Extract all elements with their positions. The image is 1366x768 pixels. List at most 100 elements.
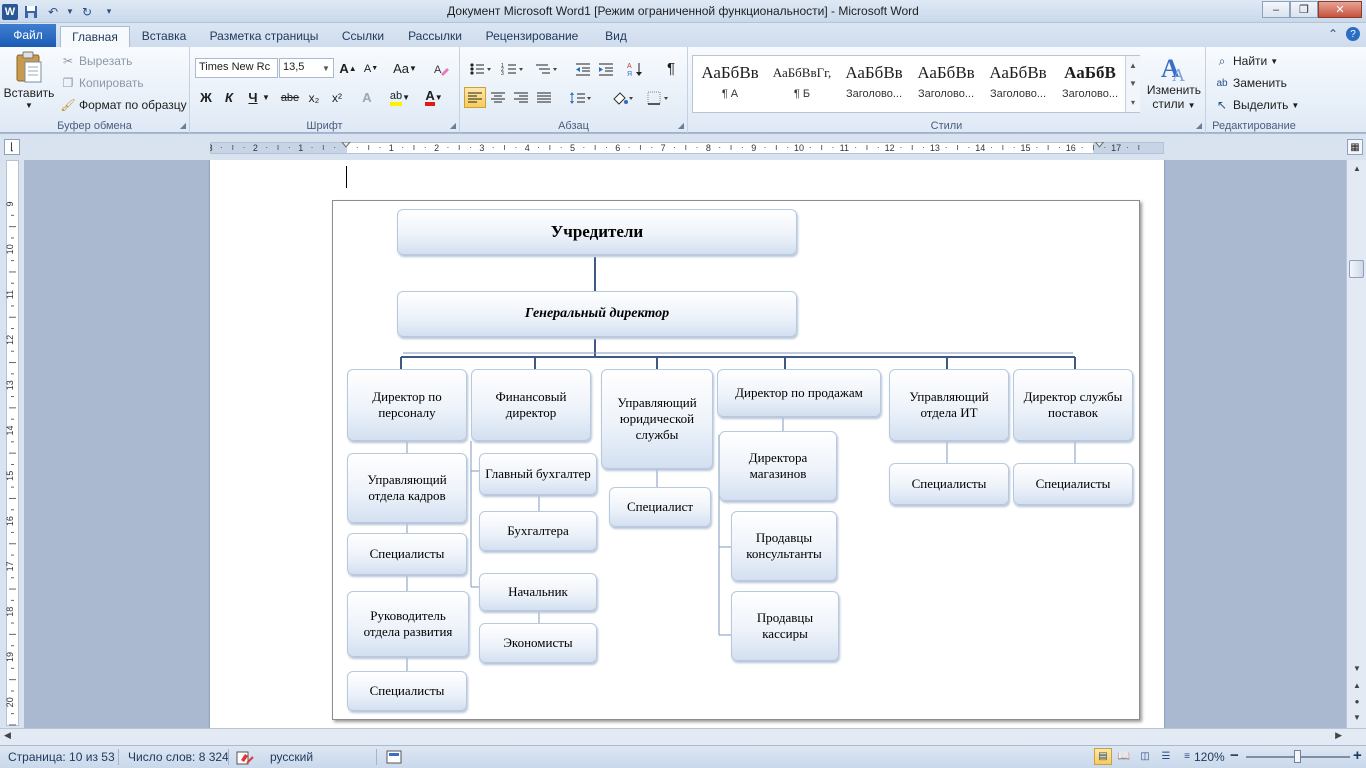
bullets-icon[interactable] (466, 58, 496, 79)
change-case-button[interactable]: Aa ▼ (390, 58, 420, 79)
align-left-icon[interactable] (464, 87, 486, 108)
language-indicator[interactable]: русский (270, 750, 313, 764)
horizontal-scrollbar[interactable]: ◀ ▶ (0, 728, 1366, 745)
org-node-cashiers[interactable]: Продавцы кассиры (731, 591, 839, 661)
format-painter-button[interactable]: 🖌 Формат по образцу (60, 97, 186, 113)
shading-icon[interactable] (608, 87, 638, 108)
more-styles-icon[interactable]: ▾ (1131, 98, 1135, 107)
tab-references[interactable]: Ссылки (336, 26, 390, 47)
select-browse-object-icon[interactable]: ● (1350, 694, 1364, 708)
font-name-combo[interactable]: Times New Rc (195, 58, 278, 78)
paste-button[interactable]: Вставить ▼ (4, 51, 54, 110)
vertical-scrollbar[interactable]: ▲ ▼ ▲ ● ▼ (1346, 160, 1366, 728)
org-node-founders[interactable]: Учредители (397, 209, 797, 255)
org-node-supply-director[interactable]: Директор службы поставок (1013, 369, 1133, 441)
font-launcher-icon[interactable]: ◢ (450, 121, 456, 130)
org-node-chief-accountant[interactable]: Главный бухгалтер (479, 453, 597, 495)
tab-mailings[interactable]: Рассылки (400, 26, 470, 47)
zoom-out-icon[interactable]: − (1230, 747, 1239, 764)
tab-home[interactable]: Главная (60, 26, 130, 47)
org-node-supply-specialists[interactable]: Специалисты (1013, 463, 1133, 505)
org-node-sales-consultants[interactable]: Продавцы консультанты (731, 511, 837, 581)
multilevel-list-icon[interactable] (532, 58, 562, 79)
org-node-cfo[interactable]: Финансовый директор (471, 369, 591, 441)
org-node-it-specialists[interactable]: Специалисты (889, 463, 1009, 505)
org-node-ceo[interactable]: Генеральный директор (397, 291, 797, 337)
increase-indent-icon[interactable] (595, 58, 617, 79)
scroll-down-icon[interactable]: ▼ (1129, 79, 1137, 88)
clear-formatting-icon[interactable]: A (430, 58, 452, 79)
scroll-right-icon[interactable]: ▶ (1335, 730, 1342, 741)
font-color-button[interactable]: A ▼ (420, 87, 448, 108)
tab-selector-icon[interactable]: ⌊ (4, 139, 20, 155)
grow-font-button[interactable]: A ▲ (337, 58, 359, 79)
tab-view[interactable]: Вид (598, 26, 634, 47)
previous-page-icon[interactable]: ▲ (1350, 678, 1364, 692)
paragraph-launcher-icon[interactable]: ◢ (678, 121, 684, 130)
cut-button[interactable]: ✂ Вырезать (60, 53, 132, 69)
tab-review[interactable]: Рецензирование (480, 26, 584, 47)
decrease-indent-icon[interactable] (572, 58, 594, 79)
tab-file[interactable]: Файл (0, 24, 56, 47)
org-node-legal-specialist[interactable]: Специалист (609, 487, 711, 527)
underline-dropdown-icon[interactable]: ▼ (260, 87, 272, 108)
italic-button[interactable]: К (218, 87, 240, 108)
align-center-icon[interactable] (487, 87, 509, 108)
print-layout-icon[interactable]: ▤ (1094, 748, 1112, 765)
scroll-up-icon[interactable]: ▲ (1129, 61, 1137, 70)
numbering-icon[interactable]: 123 (498, 58, 528, 79)
clipboard-launcher-icon[interactable]: ◢ (180, 121, 186, 130)
zoom-level[interactable]: 120% (1194, 750, 1225, 764)
org-node-store-directors[interactable]: Директора магазинов (719, 431, 837, 501)
org-node-development-head[interactable]: Руководитель отдела развития (347, 591, 469, 657)
pilcrow-icon[interactable]: ¶ (660, 58, 682, 79)
minimize-icon[interactable]: – (1262, 1, 1290, 18)
view-ruler-icon[interactable]: ▦ (1347, 139, 1363, 155)
tab-insert[interactable]: Вставка (134, 26, 194, 47)
close-icon[interactable]: ✕ (1318, 1, 1362, 18)
styles-launcher-icon[interactable]: ◢ (1196, 121, 1202, 130)
find-button[interactable]: ⌕ Найти ▼ (1214, 53, 1279, 69)
copy-button[interactable]: ❐ Копировать (60, 75, 144, 91)
document-page[interactable]: Учредители Генеральный директор Директор… (210, 160, 1164, 728)
style-heading-2[interactable]: АаБбВв Заголово... (911, 58, 981, 110)
strikethrough-button[interactable]: abe (277, 87, 303, 108)
style-no-spacing[interactable]: АаБбВвГг, ¶ Б (767, 58, 837, 110)
bold-button[interactable]: Ж (195, 87, 217, 108)
font-size-combo[interactable]: 13,5 ▼ (279, 58, 334, 78)
outline-icon[interactable]: ☰ (1157, 748, 1175, 765)
tab-page-layout[interactable]: Разметка страницы (204, 26, 324, 47)
sort-icon[interactable]: АЯ (624, 58, 646, 79)
help-icon[interactable]: ? (1346, 27, 1360, 41)
org-chart[interactable]: Учредители Генеральный директор Директор… (332, 200, 1140, 720)
change-styles-button[interactable]: AA Изменить стили ▼ (1144, 51, 1204, 111)
replace-button[interactable]: ab Заменить (1214, 75, 1287, 91)
line-spacing-icon[interactable] (566, 87, 596, 108)
scroll-thumb[interactable] (1349, 260, 1364, 278)
text-effects-icon[interactable]: A (356, 87, 378, 108)
superscript-button[interactable]: x² (326, 87, 348, 108)
next-page-icon[interactable]: ▼ (1350, 710, 1364, 724)
spelling-check-icon[interactable] (236, 750, 254, 768)
justify-icon[interactable] (533, 87, 555, 108)
first-line-indent-marker[interactable] (341, 142, 351, 148)
borders-icon[interactable] (644, 87, 674, 108)
style-heading-3[interactable]: АаБбВв Заголово... (983, 58, 1053, 110)
macro-record-icon[interactable] (386, 750, 402, 767)
style-heading-1[interactable]: АаБбВв Заголово... (839, 58, 909, 110)
select-button[interactable]: ↖ Выделить ▼ (1214, 97, 1299, 113)
page-counter[interactable]: Страница: 10 из 53 (8, 750, 115, 764)
org-node-it-manager[interactable]: Управляющий отдела ИТ (889, 369, 1009, 441)
scroll-down-icon[interactable]: ▼ (1349, 660, 1365, 676)
maximize-icon[interactable]: ❐ (1290, 1, 1318, 18)
org-node-sales-director[interactable]: Директор по продажам (717, 369, 881, 417)
org-node-accountants[interactable]: Бухгалтера (479, 511, 597, 551)
org-node-development-specialists[interactable]: Специалисты (347, 671, 467, 711)
styles-scroll[interactable]: ▲ ▼ ▾ (1125, 56, 1140, 112)
highlight-button[interactable]: ab ▼ (386, 87, 414, 108)
right-indent-marker[interactable] (1094, 142, 1105, 148)
minimize-ribbon-icon[interactable]: ⌃ (1328, 27, 1338, 41)
full-screen-reading-icon[interactable]: 📖 (1115, 748, 1133, 765)
style-heading-4[interactable]: АаБбВ Заголово... (1055, 58, 1125, 110)
org-node-legal-manager[interactable]: Управляющий юридической службы (601, 369, 713, 469)
